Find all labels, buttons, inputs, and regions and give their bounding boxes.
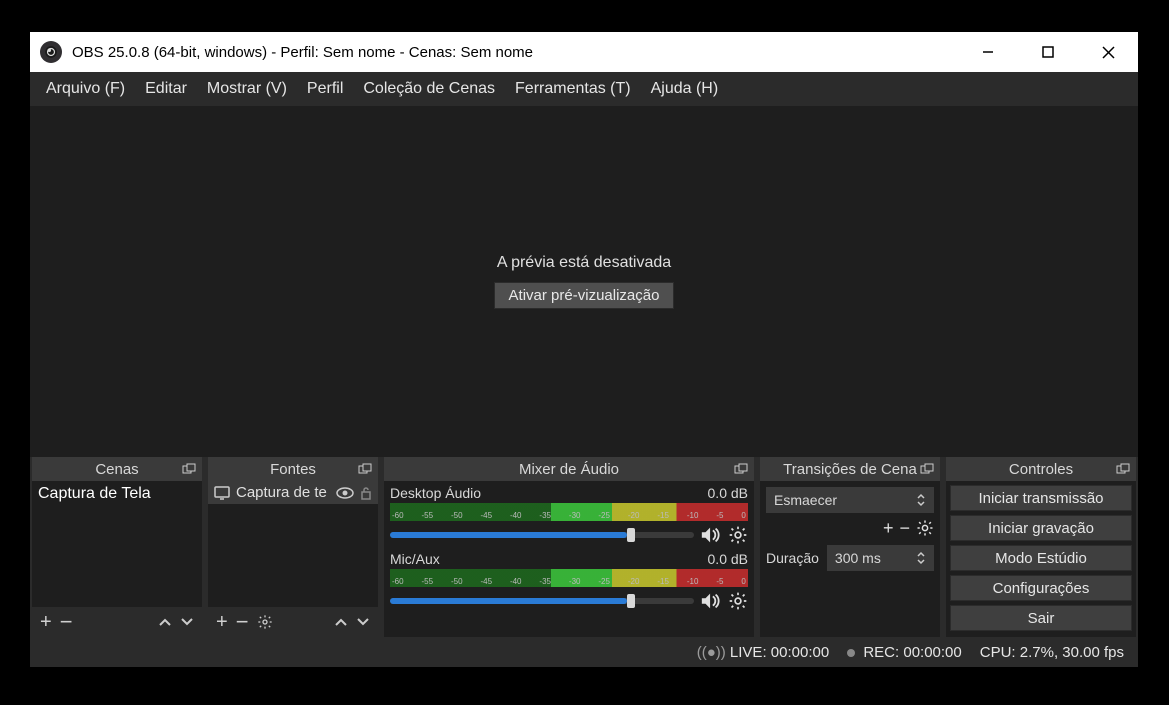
remove-source-button[interactable]: − <box>236 611 249 633</box>
broadcast-icon: ((●)) <box>697 644 726 661</box>
sources-title: Fontes <box>214 461 372 478</box>
transition-select[interactable]: Esmaecer <box>766 487 934 513</box>
minimize-button[interactable] <box>958 32 1018 72</box>
sources-list[interactable]: Captura de te <box>208 481 378 607</box>
start-stream-button[interactable]: Iniciar transmissão <box>950 485 1132 511</box>
menu-ferramentas[interactable]: Ferramentas (T) <box>505 76 641 102</box>
preview-disabled-text: A prévia está desativada <box>497 254 671 272</box>
lock-icon[interactable] <box>360 486 372 500</box>
volume-slider[interactable] <box>390 532 694 538</box>
channel-level: 0.0 dB <box>708 551 748 567</box>
controls-title: Controles <box>952 461 1130 478</box>
scenes-header: Cenas <box>32 457 202 481</box>
audio-meter: -60-55-50-45-40-35-30-25-20-15-10-50 <box>390 503 748 521</box>
mixer-body: Desktop Áudio 0.0 dB -60-55-50-45-40-35-… <box>384 481 754 637</box>
mixer-dock: Mixer de Áudio Desktop Áudio 0.0 dB -60-… <box>384 457 754 637</box>
menu-perfil[interactable]: Perfil <box>297 76 353 102</box>
scenes-dock: Cenas Captura de Tela + − <box>32 457 202 637</box>
scenes-list[interactable]: Captura de Tela <box>32 481 202 607</box>
updown-icon <box>916 493 926 507</box>
transitions-header: Transições de Cena <box>760 457 940 481</box>
settings-button[interactable]: Configurações <box>950 575 1132 601</box>
transition-properties-button[interactable] <box>916 519 934 537</box>
popout-icon[interactable] <box>182 463 196 475</box>
source-properties-button[interactable] <box>257 614 273 630</box>
status-cpu: CPU: 2.7%, 30.00 fps <box>980 644 1124 661</box>
duration-label: Duração <box>766 550 819 566</box>
source-up-button[interactable] <box>334 617 348 627</box>
close-button[interactable] <box>1078 32 1138 72</box>
add-source-button[interactable]: + <box>216 612 228 632</box>
speaker-icon[interactable] <box>700 592 722 610</box>
duration-spinner[interactable]: 300 ms <box>827 545 934 571</box>
scene-down-button[interactable] <box>180 617 194 627</box>
obs-window: OBS 25.0.8 (64-bit, windows) - Perfil: S… <box>30 32 1138 667</box>
popout-icon[interactable] <box>1116 463 1130 475</box>
scene-item[interactable]: Captura de Tela <box>32 481 202 507</box>
statusbar: ((●)) LIVE: 00:00:00 REC: 00:00:00 CPU: … <box>30 637 1138 667</box>
menu-arquivo[interactable]: Arquivo (F) <box>36 76 135 102</box>
add-transition-button[interactable]: + <box>883 519 894 537</box>
mixer-header: Mixer de Áudio <box>384 457 754 481</box>
enable-preview-button[interactable]: Ativar pré-vizualização <box>494 282 675 309</box>
visibility-icon[interactable] <box>336 487 354 499</box>
source-item[interactable]: Captura de te <box>208 481 378 504</box>
preview-area: A prévia está desativada Ativar pré-vizu… <box>30 106 1138 457</box>
maximize-button[interactable] <box>1018 32 1078 72</box>
remove-transition-button[interactable]: − <box>899 519 910 537</box>
scene-up-button[interactable] <box>158 617 172 627</box>
source-down-button[interactable] <box>356 617 370 627</box>
transitions-dock: Transições de Cena Esmaecer + − Duração <box>760 457 940 637</box>
studio-mode-button[interactable]: Modo Estúdio <box>950 545 1132 571</box>
menubar: Arquivo (F) Editar Mostrar (V) Perfil Co… <box>30 72 1138 106</box>
menu-colecao[interactable]: Coleção de Cenas <box>353 76 505 102</box>
scenes-toolbar: + − <box>32 607 202 637</box>
docks-row: Cenas Captura de Tela + − Fontes <box>30 457 1138 637</box>
status-live: ((●)) LIVE: 00:00:00 <box>697 644 829 661</box>
titlebar: OBS 25.0.8 (64-bit, windows) - Perfil: S… <box>30 32 1138 72</box>
add-scene-button[interactable]: + <box>40 612 52 632</box>
channel-name: Desktop Áudio <box>390 485 481 501</box>
gear-icon[interactable] <box>728 591 748 611</box>
sources-toolbar: + − <box>208 607 378 637</box>
mixer-title: Mixer de Áudio <box>390 461 748 478</box>
popout-icon[interactable] <box>358 463 372 475</box>
updown-icon <box>916 551 926 565</box>
gear-icon[interactable] <box>728 525 748 545</box>
menu-mostrar[interactable]: Mostrar (V) <box>197 76 297 102</box>
source-name: Captura de te <box>236 484 330 501</box>
sources-header: Fontes <box>208 457 378 481</box>
controls-body: Iniciar transmissão Iniciar gravação Mod… <box>946 481 1136 637</box>
transitions-body: Esmaecer + − Duração 300 ms <box>760 481 940 637</box>
mixer-channel-desktop: Desktop Áudio 0.0 dB -60-55-50-45-40-35-… <box>390 485 748 545</box>
sources-dock: Fontes Captura de te + − <box>208 457 378 637</box>
scenes-title: Cenas <box>38 461 196 478</box>
window-title: OBS 25.0.8 (64-bit, windows) - Perfil: S… <box>72 44 958 61</box>
controls-dock: Controles Iniciar transmissão Iniciar gr… <box>946 457 1136 637</box>
speaker-icon[interactable] <box>700 526 722 544</box>
transition-selected: Esmaecer <box>774 492 837 508</box>
window-controls <box>958 32 1138 72</box>
volume-slider[interactable] <box>390 598 694 604</box>
controls-header: Controles <box>946 457 1136 481</box>
popout-icon[interactable] <box>734 463 748 475</box>
menu-ajuda[interactable]: Ajuda (H) <box>641 76 729 102</box>
menu-editar[interactable]: Editar <box>135 76 197 102</box>
transitions-title: Transições de Cena <box>766 461 934 478</box>
exit-button[interactable]: Sair <box>950 605 1132 631</box>
popout-icon[interactable] <box>920 463 934 475</box>
duration-value: 300 ms <box>835 550 881 566</box>
status-rec: REC: 00:00:00 <box>847 644 962 661</box>
obs-logo-icon <box>40 41 62 63</box>
start-record-button[interactable]: Iniciar gravação <box>950 515 1132 541</box>
mixer-channel-mic: Mic/Aux 0.0 dB -60-55-50-45-40-35-30-25-… <box>390 551 748 611</box>
record-dot-icon <box>847 649 855 657</box>
channel-level: 0.0 dB <box>708 485 748 501</box>
remove-scene-button[interactable]: − <box>60 611 73 633</box>
channel-name: Mic/Aux <box>390 551 440 567</box>
monitor-icon <box>214 486 230 500</box>
audio-meter: -60-55-50-45-40-35-30-25-20-15-10-50 <box>390 569 748 587</box>
